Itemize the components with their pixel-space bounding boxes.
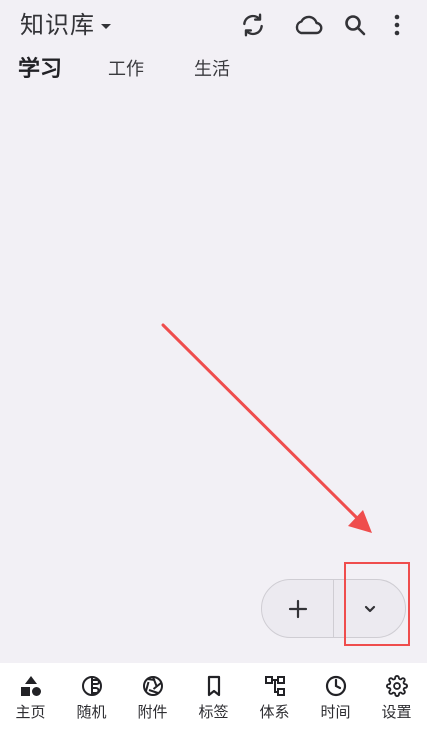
- nav-item-settings[interactable]: 设置: [366, 663, 427, 730]
- nav-item-system[interactable]: 体系: [244, 663, 305, 730]
- tab-study[interactable]: 学习: [18, 56, 62, 84]
- fab-split-button: [261, 579, 406, 638]
- nav-item-tags[interactable]: 标签: [183, 663, 244, 730]
- knowledge-base-selector[interactable]: 知识库: [20, 8, 111, 42]
- shapes-icon: [19, 674, 43, 698]
- bottom-navigation: 主页 随机 附件 标签 体系 时间 设置: [0, 663, 427, 730]
- nav-label-time: 时间: [320, 703, 351, 721]
- category-tabs: 学习 工作 生活: [0, 52, 427, 92]
- more-vert-icon[interactable]: [382, 10, 412, 40]
- nav-label-system: 体系: [259, 703, 290, 721]
- aperture-icon: [141, 674, 165, 698]
- tab-life[interactable]: 生活: [194, 56, 230, 84]
- sync-icon[interactable]: [238, 10, 268, 40]
- nav-item-time[interactable]: 时间: [305, 663, 366, 730]
- nav-item-home[interactable]: 主页: [0, 663, 61, 730]
- random-icon: [80, 674, 104, 698]
- top-app-bar: 知识库: [0, 0, 427, 52]
- chevron-down-icon: [364, 605, 375, 612]
- hierarchy-icon: [263, 674, 287, 698]
- nav-item-attachments[interactable]: 附件: [122, 663, 183, 730]
- nav-label-settings: 设置: [381, 703, 412, 721]
- nav-label-home: 主页: [15, 703, 46, 721]
- nav-label-attachments: 附件: [137, 703, 168, 721]
- search-icon[interactable]: [340, 10, 370, 40]
- nav-label-tags: 标签: [198, 703, 229, 721]
- app-title: 知识库: [20, 11, 95, 39]
- add-button[interactable]: [262, 580, 333, 637]
- tab-work[interactable]: 工作: [108, 56, 144, 84]
- plus-icon: [288, 599, 307, 618]
- gear-icon: [385, 674, 409, 698]
- cloud-icon[interactable]: [290, 10, 326, 40]
- nav-label-random: 随机: [76, 703, 107, 721]
- bookmark-icon: [202, 674, 226, 698]
- clock-icon: [324, 674, 348, 698]
- nav-item-random[interactable]: 随机: [61, 663, 122, 730]
- dropdown-caret-icon: [101, 23, 111, 29]
- expand-button[interactable]: [334, 580, 405, 637]
